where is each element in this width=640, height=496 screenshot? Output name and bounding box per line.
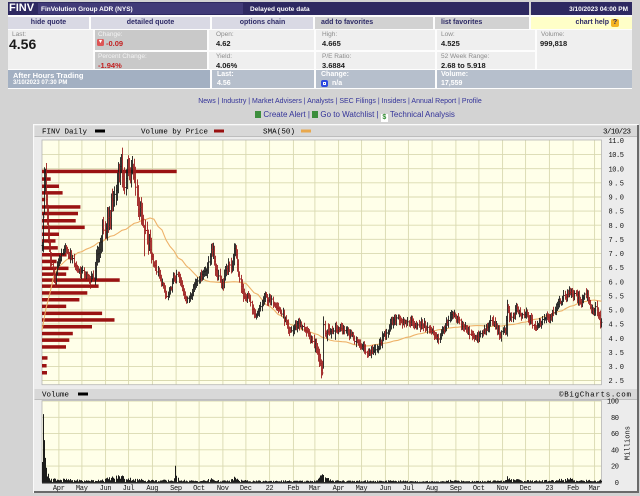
svg-text:5.0: 5.0 xyxy=(609,308,625,316)
svg-text:Jul: Jul xyxy=(123,485,135,493)
svg-text:Sep: Sep xyxy=(170,485,182,493)
svg-text:Volume: Volume xyxy=(42,392,69,400)
svg-text:22: 22 xyxy=(266,485,274,493)
svg-text:Oct: Oct xyxy=(473,485,485,493)
svg-text:Apr: Apr xyxy=(53,485,65,493)
svg-text:Nov: Nov xyxy=(217,485,229,493)
svg-text:Millions: Millions xyxy=(625,426,633,460)
svg-text:Feb: Feb xyxy=(567,485,579,493)
svg-text:Dec: Dec xyxy=(520,485,532,493)
svg-text:80: 80 xyxy=(611,415,619,423)
svg-text:Jun: Jun xyxy=(100,485,112,493)
svg-text:©BigCharts.com: ©BigCharts.com xyxy=(559,391,631,400)
svg-text:20: 20 xyxy=(611,464,619,472)
svg-text:2.5: 2.5 xyxy=(609,378,625,386)
svg-text:100: 100 xyxy=(607,399,619,407)
svg-text:10.5: 10.5 xyxy=(609,152,625,160)
svg-text:Jun: Jun xyxy=(379,485,391,493)
svg-text:3/10/23: 3/10/23 xyxy=(603,129,631,137)
svg-text:Apr: Apr xyxy=(333,485,345,493)
svg-text:9.5: 9.5 xyxy=(609,180,625,188)
svg-text:10.0: 10.0 xyxy=(609,166,625,174)
svg-text:Mar: Mar xyxy=(309,485,321,493)
svg-text:40: 40 xyxy=(611,447,619,455)
svg-text:7.0: 7.0 xyxy=(609,251,625,259)
svg-text:3.5: 3.5 xyxy=(609,350,625,358)
svg-text:FINV Daily: FINV Daily xyxy=(42,129,87,137)
svg-text:Nov: Nov xyxy=(497,485,509,493)
svg-text:5.5: 5.5 xyxy=(609,293,625,301)
svg-text:8.0: 8.0 xyxy=(609,223,625,231)
svg-text:23: 23 xyxy=(545,485,553,493)
svg-text:Feb: Feb xyxy=(287,485,299,493)
svg-text:3.0: 3.0 xyxy=(609,364,625,372)
svg-text:Dec: Dec xyxy=(240,485,252,493)
svg-text:11.0: 11.0 xyxy=(609,138,625,146)
svg-text:May: May xyxy=(76,485,88,493)
svg-text:Aug: Aug xyxy=(426,485,438,493)
svg-text:6.5: 6.5 xyxy=(609,265,625,273)
svg-text:SMA(50): SMA(50) xyxy=(263,129,295,137)
svg-text:4.5: 4.5 xyxy=(609,322,625,330)
svg-text:0: 0 xyxy=(615,480,619,488)
svg-text:Aug: Aug xyxy=(146,485,158,493)
svg-text:8.5: 8.5 xyxy=(609,209,625,217)
svg-text:Mar: Mar xyxy=(589,485,601,493)
svg-text:Sep: Sep xyxy=(450,485,462,493)
svg-text:Volume by Price: Volume by Price xyxy=(141,129,208,137)
svg-text:Jul: Jul xyxy=(402,485,414,493)
svg-text:Oct: Oct xyxy=(193,485,205,493)
svg-text:6.0: 6.0 xyxy=(609,279,625,287)
svg-text:9.0: 9.0 xyxy=(609,195,625,203)
svg-text:4.0: 4.0 xyxy=(609,336,625,344)
svg-text:7.5: 7.5 xyxy=(609,237,625,245)
svg-text:May: May xyxy=(356,485,368,493)
svg-text:60: 60 xyxy=(611,431,619,439)
